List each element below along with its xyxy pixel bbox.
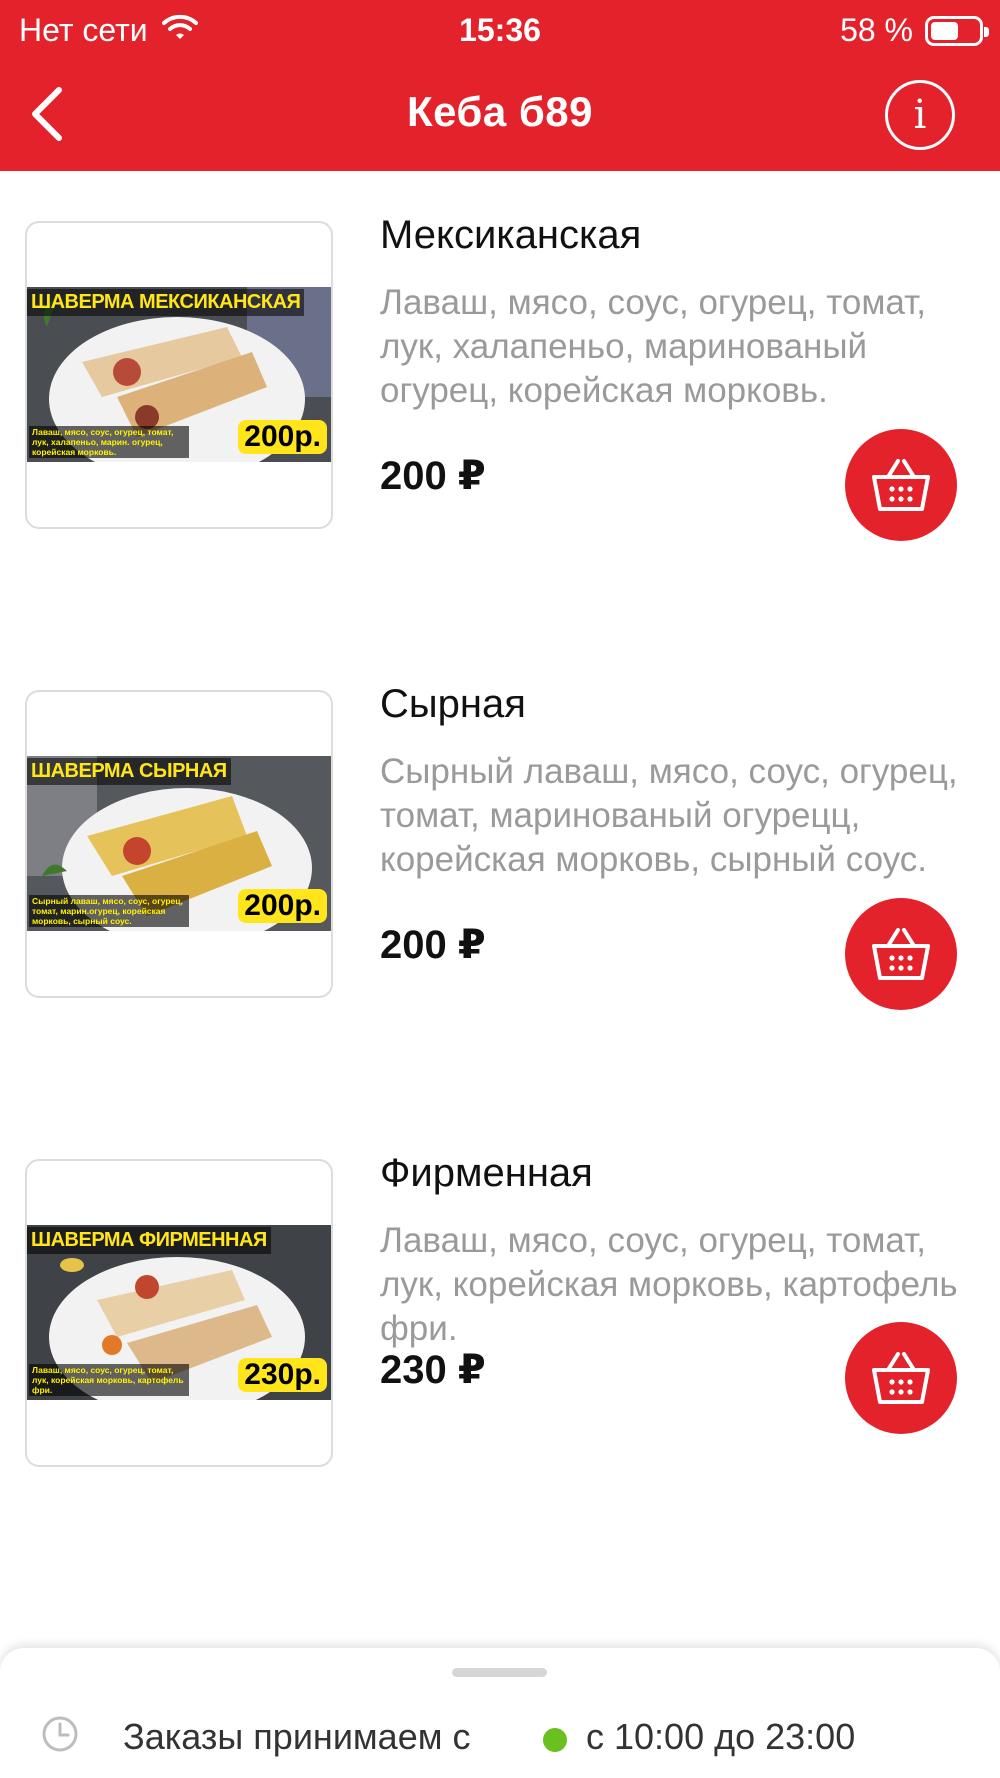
photo-caption: Сырный лаваш, мясо, соус, огурец, томат,… (29, 895, 189, 927)
menu-item[interactable]: ШАВЕРМА МЕКСИКАНСКАЯ Лаваш, мясо, соус, … (0, 171, 1000, 571)
battery-nub (984, 26, 989, 37)
battery-fill (931, 21, 958, 40)
app-header: Нет сети 15:36 58 % Кеба б89 i (0, 0, 1000, 171)
product-photo: ШАВЕРМА МЕКСИКАНСКАЯ Лаваш, мясо, соус, … (27, 287, 331, 462)
photo-caption: Лаваш, мясо, соус, огурец, томат, лук, к… (29, 1364, 189, 1396)
status-bar: Нет сети 15:36 58 % (0, 6, 1000, 56)
basket-icon (872, 1352, 930, 1404)
photo-banner: ШАВЕРМА ФИРМЕННАЯ (27, 1227, 271, 1254)
product-image[interactable]: ШАВЕРМА СЫРНАЯ Сырный лаваш, мясо, соус,… (25, 690, 333, 998)
product-name: Фирменная (380, 1151, 593, 1195)
bottom-sheet[interactable]: Заказы принимаем с с 10:00 до 23:00 (0, 1648, 1000, 1778)
hours-label: Заказы принимаем с (123, 1716, 471, 1757)
product-description: Сырный лаваш, мясо, соус, огурец, томат,… (380, 752, 958, 879)
clock-icon (40, 1714, 80, 1763)
menu-item[interactable]: ШАВЕРМА ФИРМЕННАЯ Лаваш, мясо, соус, огу… (0, 1109, 1000, 1509)
photo-banner: ШАВЕРМА МЕКСИКАНСКАЯ (27, 289, 305, 316)
working-hours: Заказы принимаем с с 10:00 до 23:00 (0, 1712, 1000, 1762)
add-to-cart-button[interactable] (845, 1322, 957, 1434)
product-description: Лаваш, мясо, соус, огурец, томат, лук, х… (380, 283, 926, 410)
info-icon: i (913, 92, 927, 138)
photo-caption: Лаваш, мясо, соус, огурец, томат, лук, х… (29, 426, 189, 458)
info-button[interactable]: i (885, 80, 955, 150)
product-price: 200 ₽ (380, 923, 486, 967)
page-title: Кеба б89 (406, 88, 594, 135)
sheet-drag-handle[interactable] (452, 1668, 547, 1677)
product-name: Мексиканская (380, 213, 642, 257)
add-to-cart-button[interactable] (845, 429, 957, 541)
product-price: 200 ₽ (380, 454, 486, 498)
product-price: 230 ₽ (380, 1348, 486, 1392)
product-image[interactable]: ШАВЕРМА МЕКСИКАНСКАЯ Лаваш, мясо, соус, … (25, 221, 333, 529)
hours-value: с 10:00 до 23:00 (586, 1716, 856, 1757)
product-photo: ШАВЕРМА ФИРМЕННАЯ Лаваш, мясо, соус, огу… (27, 1225, 331, 1400)
product-name: Сырная (380, 682, 526, 726)
open-status-dot (543, 1728, 567, 1752)
battery-status: 58 % (840, 12, 989, 49)
battery-percent: 58 % (840, 12, 913, 48)
photo-price-tag: 230р. (238, 1358, 327, 1392)
menu-item[interactable]: ШАВЕРМА СЫРНАЯ Сырный лаваш, мясо, соус,… (0, 640, 1000, 1040)
add-to-cart-button[interactable] (845, 898, 957, 1010)
photo-price-tag: 200р. (238, 889, 327, 923)
battery-icon (925, 15, 989, 46)
nav-bar: Кеба б89 i (0, 74, 1000, 154)
basket-icon (872, 928, 930, 980)
product-photo: ШАВЕРМА СЫРНАЯ Сырный лаваш, мясо, соус,… (27, 756, 331, 931)
basket-icon (872, 459, 930, 511)
photo-banner: ШАВЕРМА СЫРНАЯ (27, 758, 231, 785)
photo-price-tag: 200р. (238, 420, 327, 454)
product-image[interactable]: ШАВЕРМА ФИРМЕННАЯ Лаваш, мясо, соус, огу… (25, 1159, 333, 1467)
